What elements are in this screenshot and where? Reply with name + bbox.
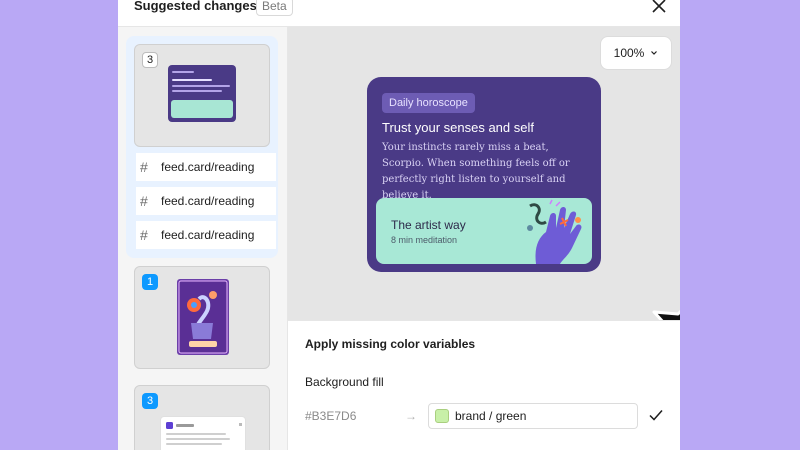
text-card-preview [160,416,246,450]
meditation-title: The artist way [391,218,466,232]
card-tag: Daily horoscope [382,93,475,113]
check-icon[interactable] [648,407,664,423]
beta-badge: Beta [256,0,293,16]
hash-icon: # [140,193,148,209]
card-title: Trust your senses and self [382,120,534,135]
suggestion-group-selected[interactable]: 3 # feed.card/reading # feed.card/readin… [126,36,278,258]
suggestion-thumbnail[interactable]: 1 [134,266,270,369]
property-label: Background fill [305,375,384,389]
zoom-dropdown[interactable]: 100% [600,36,672,70]
close-icon[interactable] [650,0,668,15]
change-count-badge: 3 [142,52,158,68]
color-variable-field[interactable]: brand / green [428,403,638,429]
fix-title: Apply missing color variables [305,337,476,351]
color-swatch [435,409,449,423]
panel-title: Suggested changes [134,0,257,13]
hex-value: #B3E7D6 [305,409,357,423]
suggestion-thumbnail[interactable]: 3 [134,44,270,147]
hash-icon: # [140,227,148,243]
color-variable-name: brand / green [455,409,527,423]
meditation-duration: 8 min meditation [391,235,458,245]
chevron-down-icon [651,51,658,55]
suggestion-list: 3 # feed.card/reading # feed.card/readin… [118,27,288,450]
horoscope-card: Daily horoscope Trust your senses and se… [367,77,601,272]
fix-section: Apply missing color variables Background… [288,320,680,450]
hand-illustration [527,199,582,264]
change-count-badge: 3 [142,393,158,409]
preview-canvas: 100% Daily horoscope Trust your senses a… [288,27,680,343]
tarot-card-preview [177,279,229,355]
suggestion-thumbnail[interactable]: 3 [134,385,270,450]
layer-name: feed.card/reading [161,160,255,174]
arrow-right-icon: → [405,409,417,423]
layer-item[interactable]: # feed.card/reading [136,221,276,249]
thumbnail-card-preview [168,65,236,122]
change-count-badge: 1 [142,274,158,290]
zoom-level: 100% [613,46,645,60]
card-body: Your instincts rarely miss a beat, Scorp… [382,142,570,201]
hash-icon: # [140,159,148,175]
meditation-card: The artist way 8 min meditation [376,198,592,264]
layer-item[interactable]: # feed.card/reading [136,187,276,215]
panel-header: Suggested changes Beta [118,0,680,27]
layer-item[interactable]: # feed.card/reading [136,153,276,181]
layer-name: feed.card/reading [161,228,255,242]
layer-name: feed.card/reading [161,194,255,208]
suggested-changes-panel: Suggested changes Beta 3 # feed.card/rea… [118,0,680,450]
